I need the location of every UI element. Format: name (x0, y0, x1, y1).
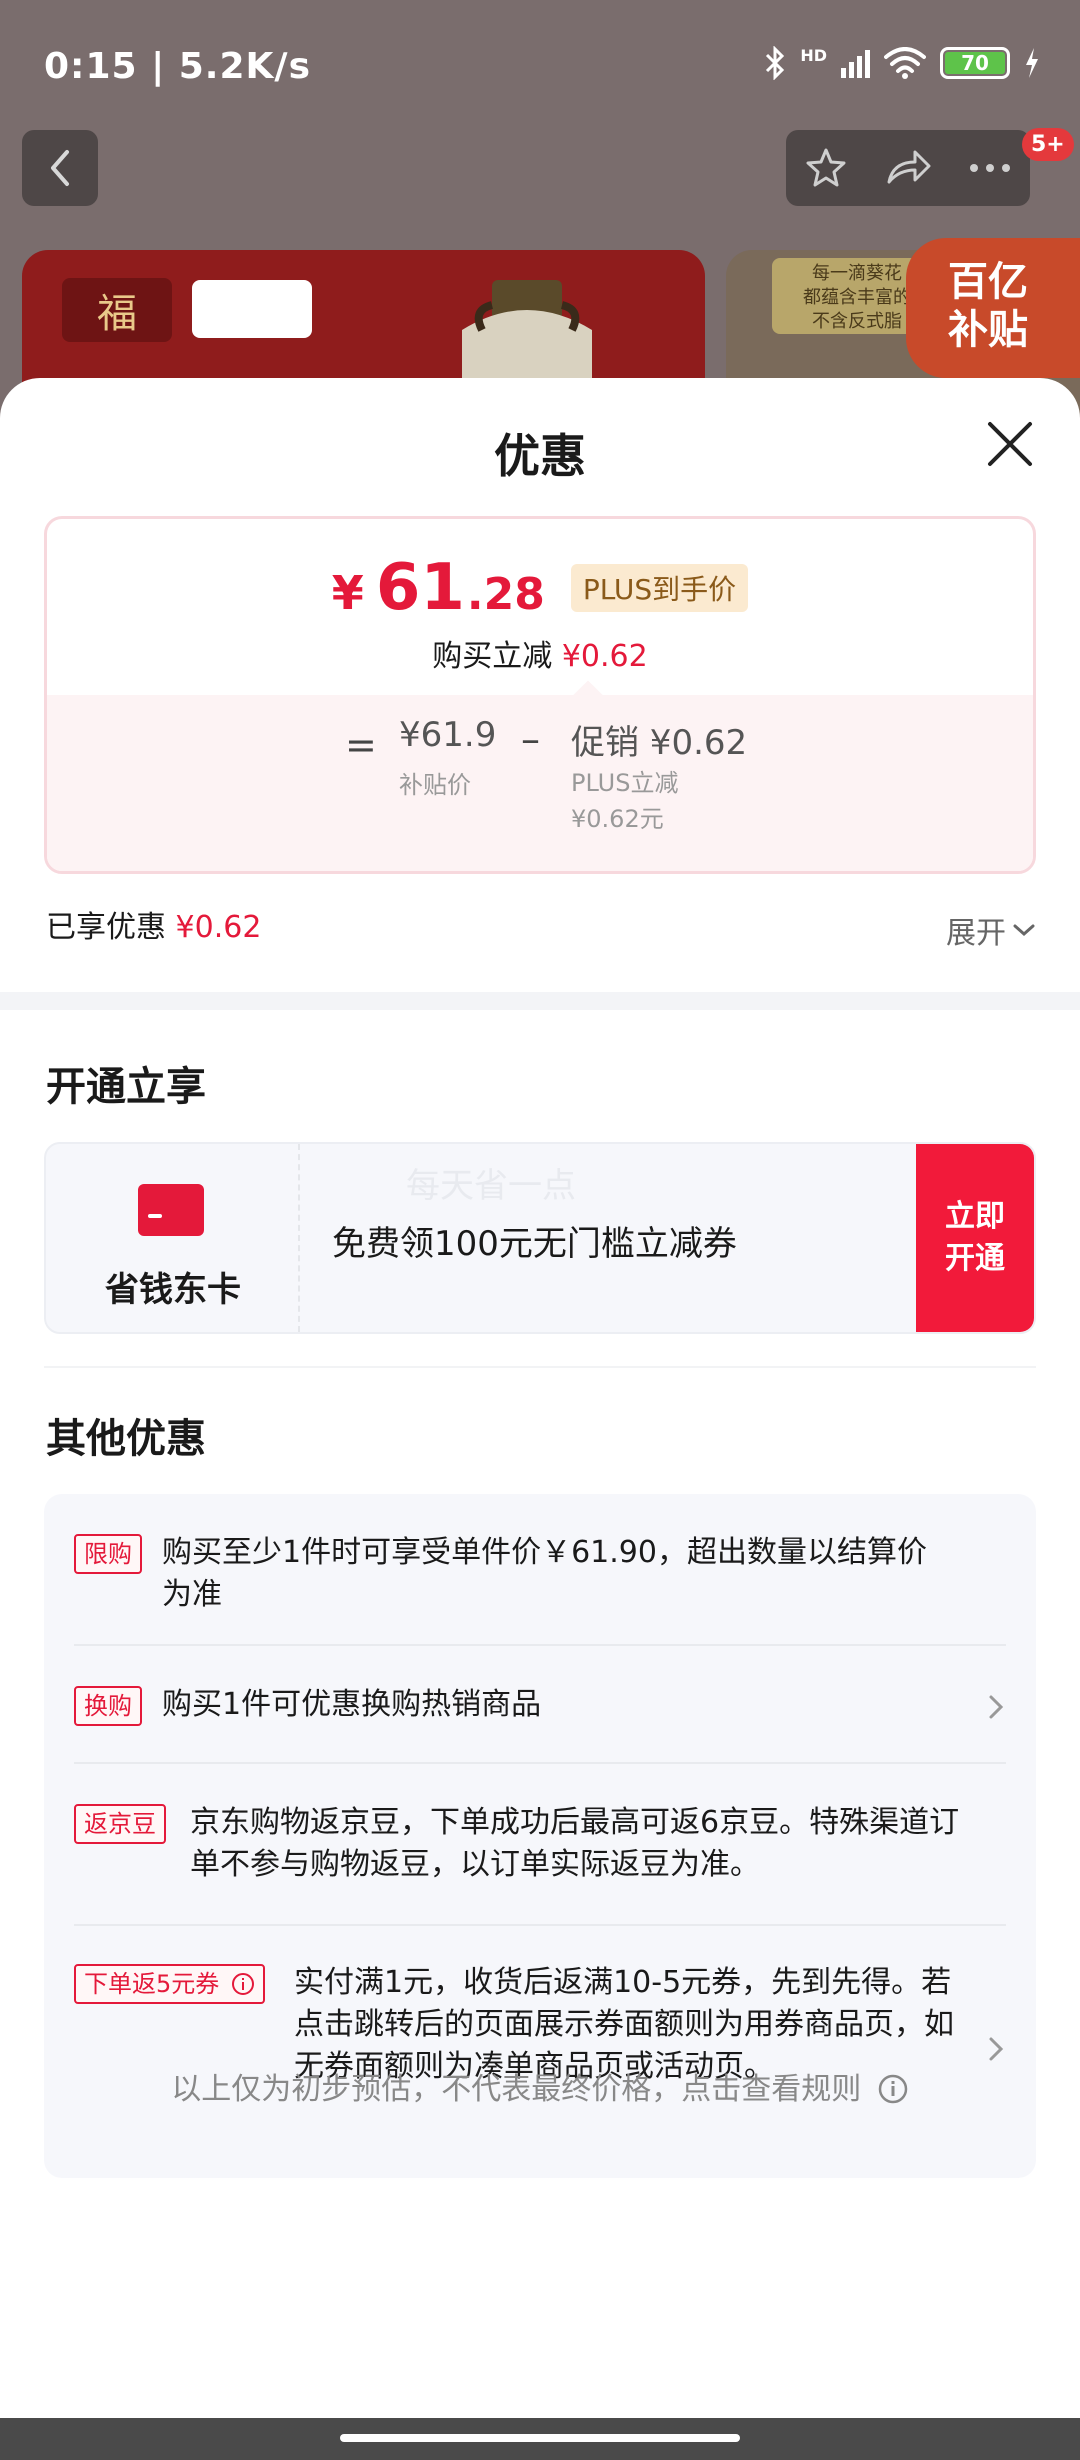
list-item-text: 购买至少1件时可享受单件价￥61.90，超出数量以结算价为准 (162, 1535, 927, 1612)
section-divider (0, 992, 1080, 1010)
list-separator (74, 1924, 1006, 1926)
price-card: ¥ 61 .28 PLUS到手价 购买立减 ¥0.62 = ¥61.9 补贴价 … (44, 516, 1036, 874)
thin-divider (44, 1366, 1036, 1368)
rules-note[interactable]: 以上仅为初步预估，不代表最终价格，点击查看规则 (0, 2064, 1080, 2108)
promo-detail-label: PLUS立减 (571, 769, 679, 797)
equals-sign: = (345, 723, 377, 767)
more-icon[interactable] (968, 163, 1012, 173)
list-item: 返京豆 京东购物返京豆，下单成功后最高可返6京豆。特殊渠道订单不参与购物返豆，以… (74, 1804, 1006, 1888)
card-icon (138, 1184, 204, 1236)
back-button[interactable] (22, 130, 98, 206)
card-watermark: 每天省一点 (406, 1166, 576, 1206)
list-item-exchange[interactable]: 换购 购买1件可优惠换购热销商品 (74, 1686, 1006, 1730)
expand-button[interactable]: 展开 (946, 908, 1036, 952)
enjoyed-discount: 已享优惠 ¥0.62 (46, 902, 261, 946)
other-section-title: 其他优惠 (46, 1416, 206, 1462)
chevron-left-icon (51, 150, 69, 186)
home-bar (0, 2418, 1080, 2460)
card-name: 省钱东卡 (105, 1270, 241, 1310)
limit-tag: 限购 (74, 1534, 142, 1574)
chevron-right-icon (989, 2037, 1004, 2061)
home-indicator[interactable] (340, 2434, 740, 2442)
price-breakdown: = ¥61.9 补贴价 – 促销 ¥0.62 PLUS立减 ¥0.62元 (47, 695, 1033, 871)
jingdou-tag: 返京豆 (74, 1804, 166, 1844)
list-separator (74, 1644, 1006, 1646)
exchange-tag: 换购 (74, 1686, 142, 1726)
promo-detail: PLUS立减 ¥0.62元 (571, 765, 678, 837)
bluetooth-icon (766, 46, 785, 80)
price-summary: ¥ 61 .28 PLUS到手价 购买立减 ¥0.62 (47, 519, 1033, 695)
status-bar: 0:15 | 5.2K/s HD 70 (0, 0, 1080, 130)
message-badge: 5+ (1022, 128, 1074, 161)
promo-detail-value: ¥0.62元 (571, 805, 664, 833)
list-item-coupon[interactable]: 下单返5元券 实付满1元，收货后返满10-5元券，先到先得。若点击跳转后的页面展… (74, 1964, 1006, 2134)
charging-icon (1026, 48, 1038, 78)
rules-note-text: 以上仅为初步预估，不代表最终价格，点击查看规则 (171, 2072, 862, 2107)
open-section-title: 开通立享 (46, 1064, 206, 1110)
info-icon[interactable] (231, 1972, 255, 1996)
list-item-text: 京东购物返京豆，下单成功后最高可返6京豆。特殊渠道订单不参与购物返豆，以订单实际… (190, 1805, 960, 1882)
list-separator (74, 1762, 1006, 1764)
card-brand: 省钱东卡 (46, 1144, 300, 1332)
battery-level: 70 (945, 51, 1005, 75)
subsidy-badge: 百亿 补贴 (906, 238, 1080, 378)
instant-cut: 购买立减 ¥0.62 (47, 631, 1033, 675)
sheet-title: 优惠 (494, 429, 586, 483)
chevron-right-icon (989, 1695, 1004, 1719)
list-item-text: 购买1件可优惠换购热销商品 (162, 1687, 542, 1722)
price-integer: 61 (375, 551, 465, 625)
wifi-icon (884, 47, 926, 79)
open-now-button[interactable]: 立即 开通 (916, 1144, 1034, 1332)
price-decimal: .28 (466, 569, 545, 620)
status-icons: HD 70 (764, 46, 1040, 80)
signal-icon (841, 48, 870, 78)
promo-amount: 促销 ¥0.62 (571, 723, 748, 763)
cofco-logo (192, 280, 312, 338)
enjoyed-label: 已享优惠 (46, 910, 166, 945)
membership-card: 省钱东卡 每天省一点 免费领100元无门槛立减券 立即 开通 (44, 1142, 1036, 1334)
enjoyed-value: ¥0.62 (175, 910, 262, 945)
battery-icon: 70 (940, 47, 1010, 79)
close-icon[interactable] (982, 416, 1038, 472)
discount-sheet: 优惠 ¥ 61 .28 PLUS到手价 购买立减 ¥0.62 = ¥61.9 补… (0, 378, 1080, 2418)
card-description: 免费领100元无门槛立减券 (332, 1224, 737, 1264)
expand-label: 展开 (946, 916, 1006, 951)
nav-tools (786, 130, 1030, 206)
coupon-tag: 下单返5元券 (74, 1964, 265, 2004)
coupon-tag-label: 下单返5元券 (84, 1970, 220, 1998)
share-icon[interactable] (885, 148, 931, 188)
subsidy-price: ¥61.9 (399, 715, 497, 755)
plus-price-tag: PLUS到手价 (570, 564, 749, 612)
chevron-down-icon (1013, 924, 1035, 937)
subsidy-price-label: 补贴价 (399, 771, 471, 799)
final-price: ¥ 61 .28 PLUS到手价 (47, 551, 1033, 625)
status-time: 0:15 | 5.2K/s (44, 46, 312, 87)
list-item: 限购 购买至少1件时可享受单件价￥61.90，超出数量以结算价为准 (74, 1534, 1006, 1618)
price-currency: ¥ (331, 566, 364, 620)
brand-logo: 福 (62, 278, 172, 342)
star-icon[interactable] (804, 146, 848, 190)
instant-cut-label: 购买立减 (432, 639, 553, 674)
network-type-label: HD (800, 46, 827, 65)
info-icon (878, 2074, 908, 2104)
minus-sign: – (521, 717, 540, 761)
instant-cut-value: ¥0.62 (561, 639, 648, 674)
